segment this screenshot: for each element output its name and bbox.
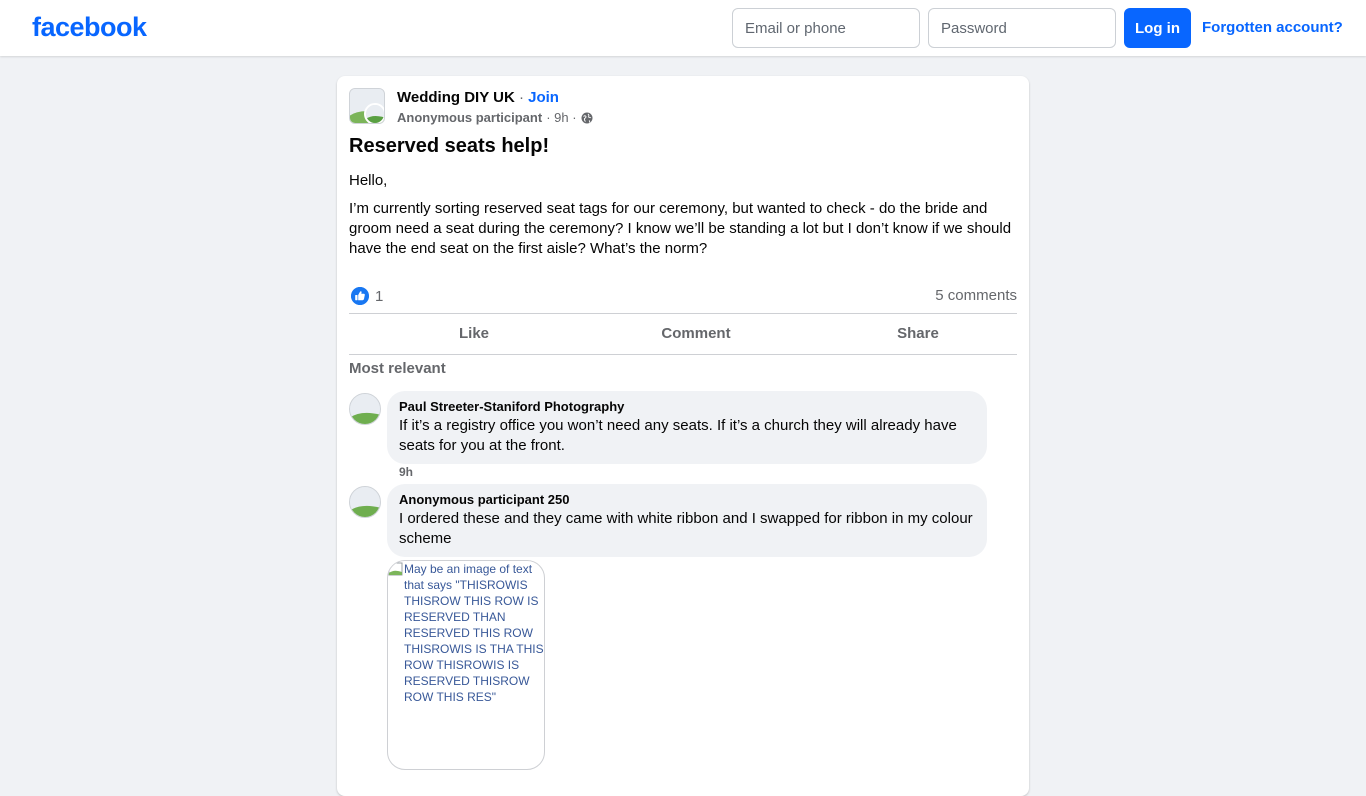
post-timestamp[interactable]: · 9h · xyxy=(546,110,576,125)
like-count[interactable]: 1 xyxy=(375,288,383,305)
reactions-bar: 1 5 comments xyxy=(349,284,1017,308)
group-avatar[interactable] xyxy=(349,88,385,124)
facebook-logo[interactable]: facebook xyxy=(32,12,147,43)
globe-icon xyxy=(581,112,593,123)
comment-text: I ordered these and they came with white… xyxy=(399,510,973,547)
like-button[interactable]: Like xyxy=(363,322,585,354)
post-paragraph: Hello, xyxy=(349,172,388,189)
group-name-line: Wedding DIY UK · Join xyxy=(397,89,559,106)
post-author[interactable]: Anonymous participant xyxy=(397,110,542,125)
image-placeholder-icon xyxy=(350,487,380,517)
post-meta: Anonymous participant · 9h · xyxy=(397,110,593,125)
comments-sort-selector[interactable]: Most relevant xyxy=(349,360,446,377)
login-button[interactable]: Log in xyxy=(1124,8,1191,48)
comment-button[interactable]: Comment xyxy=(585,322,807,354)
like-reaction-icon[interactable] xyxy=(351,287,369,305)
avatar[interactable] xyxy=(349,393,381,425)
comment-timestamp[interactable]: 9h xyxy=(399,465,413,479)
separator-dot: · xyxy=(514,89,529,106)
comment-attached-image[interactable]: May be an image of text that says "THISR… xyxy=(387,560,545,770)
share-button[interactable]: Share xyxy=(807,322,1029,354)
post-body: Hello, I’m currently sorting reserved se… xyxy=(349,171,1021,267)
broken-image-icon xyxy=(388,562,403,576)
comment-author[interactable]: Paul Streeter-Staniford Photography xyxy=(399,399,975,415)
join-group-link[interactable]: Join xyxy=(528,89,559,106)
image-placeholder-icon xyxy=(350,394,380,424)
comment-count[interactable]: 5 comments xyxy=(935,287,1017,304)
group-name-link[interactable]: Wedding DIY UK xyxy=(397,89,515,106)
password-field[interactable] xyxy=(928,8,1116,48)
post-paragraph: I’m currently sorting reserved seat tags… xyxy=(349,200,1012,257)
comment-author[interactable]: Anonymous participant 250 xyxy=(399,492,975,508)
email-field[interactable] xyxy=(732,8,920,48)
divider xyxy=(349,313,1017,314)
image-alt-caption: May be an image of text that says "THISR… xyxy=(404,562,544,704)
post-title: Reserved seats help! xyxy=(349,135,550,157)
comment-bubble: Paul Streeter-Staniford Photography If i… xyxy=(387,391,987,464)
comment-text: If it’s a registry office you won’t need… xyxy=(399,417,957,454)
author-mini-avatar xyxy=(364,103,384,123)
post-card: Wedding DIY UK · Join Anonymous particip… xyxy=(337,76,1029,796)
comment-bubble: Anonymous participant 250 I ordered thes… xyxy=(387,484,987,557)
image-placeholder-icon xyxy=(366,105,384,123)
image-alt-text: May be an image of text that says "THISR… xyxy=(388,561,544,705)
avatar[interactable] xyxy=(349,486,381,518)
top-bar: facebook Log in Forgotten account? xyxy=(0,0,1366,56)
divider xyxy=(349,354,1017,355)
forgotten-account-link[interactable]: Forgotten account? xyxy=(1202,19,1343,36)
